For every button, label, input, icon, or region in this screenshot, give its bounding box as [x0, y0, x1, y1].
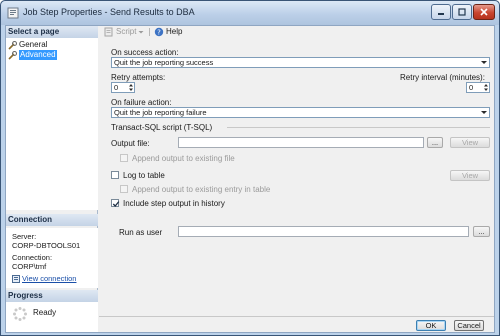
dialog-client: Select a page General Advanced Connectio… [5, 25, 495, 333]
retry-interval-value: 0 [469, 83, 474, 92]
log-to-table-checkbox[interactable] [111, 171, 119, 179]
run-as-user-browse-button[interactable]: ... [473, 226, 490, 237]
page-item-label: General [19, 40, 48, 49]
chevron-down-icon [481, 111, 487, 114]
append-output-label: Append output to existing file [132, 154, 235, 163]
retry-attempts-value: 0 [114, 83, 119, 92]
output-file-input[interactable] [178, 137, 424, 148]
minimize-icon [438, 13, 444, 15]
page-item-label: Advanced [19, 50, 57, 60]
append-output-checkbox[interactable] [120, 154, 128, 162]
on-failure-value: Quit the job reporting failure [114, 108, 207, 117]
connection-properties-icon [12, 274, 20, 283]
help-icon: ? [154, 27, 164, 37]
job-step-properties-window: Job Step Properties - Send Results to DB… [0, 0, 500, 336]
retry-interval-stepper[interactable]: 0 [466, 82, 490, 93]
page-wrench-icon [8, 50, 17, 60]
progress-spinner-icon [13, 307, 27, 321]
left-pane: Select a page General Advanced Connectio… [6, 26, 98, 332]
script-icon [104, 27, 113, 37]
minimize-button[interactable] [431, 4, 451, 20]
stepper-arrows-icon[interactable] [128, 83, 134, 92]
job-step-icon [7, 7, 19, 19]
dialog-footer: OK Cancel [99, 316, 494, 332]
svg-text:?: ? [157, 29, 161, 37]
connection-label: Connection: [12, 253, 53, 262]
page-item-advanced[interactable]: Advanced [8, 50, 96, 60]
page-item-general[interactable]: General [8, 40, 96, 50]
progress-header: Progress [6, 290, 98, 302]
connection-value: CORP\tmf [12, 262, 47, 271]
server-value: CORP-DBTOOLS01 [12, 241, 81, 250]
help-label: Help [166, 27, 183, 36]
on-success-value: Quit the job reporting success [114, 58, 214, 67]
tsql-section-divider [227, 127, 490, 128]
log-to-table-view-button[interactable]: View [450, 170, 490, 181]
maximize-icon [458, 8, 466, 16]
cancel-button[interactable]: Cancel [454, 320, 484, 331]
script-label: Script [116, 27, 137, 36]
checkmark-icon [112, 201, 120, 207]
on-success-select[interactable]: Quit the job reporting success [111, 57, 490, 68]
connection-box: Server: CORP-DBTOOLS01 Connection: CORP\… [6, 228, 98, 288]
maximize-button[interactable] [452, 4, 472, 20]
retry-attempts-stepper[interactable]: 0 [111, 82, 135, 93]
stepper-arrows-icon[interactable] [483, 83, 489, 92]
output-file-label: Output file: [111, 139, 150, 148]
toolbar: Script ? Help [99, 26, 494, 38]
advanced-page: Script ? Help On success action: Quit th… [99, 26, 494, 316]
include-history-label: Include step output in history [123, 199, 225, 208]
server-label: Server: [12, 232, 37, 241]
log-to-table-label: Log to table [123, 171, 165, 180]
view-connection-row: View connection [12, 274, 92, 283]
tsql-section-title: Transact-SQL script (T-SQL) [111, 123, 213, 132]
script-button[interactable]: Script [104, 26, 144, 38]
view-connection-link[interactable]: View connection [22, 274, 76, 283]
toolbar-separator [149, 28, 150, 36]
progress-box: Ready [6, 302, 98, 332]
retry-interval-label: Retry interval (minutes): [400, 73, 485, 82]
chevron-down-icon [138, 31, 144, 34]
retry-attempts-label: Retry attempts: [111, 73, 166, 82]
run-as-user-input[interactable] [178, 226, 469, 237]
ok-button[interactable]: OK [416, 320, 446, 331]
chevron-down-icon [481, 61, 487, 64]
select-page-header: Select a page [6, 26, 98, 38]
page-list: General Advanced [6, 38, 98, 210]
on-failure-select[interactable]: Quit the job reporting failure [111, 107, 490, 118]
close-icon [480, 8, 488, 16]
on-failure-label: On failure action: [111, 98, 172, 107]
on-success-label: On success action: [111, 48, 179, 57]
window-title: Job Step Properties - Send Results to DB… [23, 7, 195, 17]
include-history-checkbox[interactable] [111, 199, 120, 207]
help-button[interactable]: ? Help [154, 26, 182, 38]
connection-header: Connection [6, 214, 98, 226]
output-file-browse-button[interactable]: ... [427, 137, 443, 148]
page-wrench-icon [8, 40, 17, 50]
progress-status: Ready [33, 308, 57, 317]
close-button[interactable] [473, 4, 495, 20]
title-bar[interactable]: Job Step Properties - Send Results to DB… [1, 1, 499, 25]
output-file-view-button[interactable]: View [450, 137, 490, 148]
append-table-label: Append output to existing entry in table [132, 185, 271, 194]
append-table-checkbox[interactable] [120, 185, 128, 193]
run-as-user-label: Run as user [119, 228, 163, 237]
